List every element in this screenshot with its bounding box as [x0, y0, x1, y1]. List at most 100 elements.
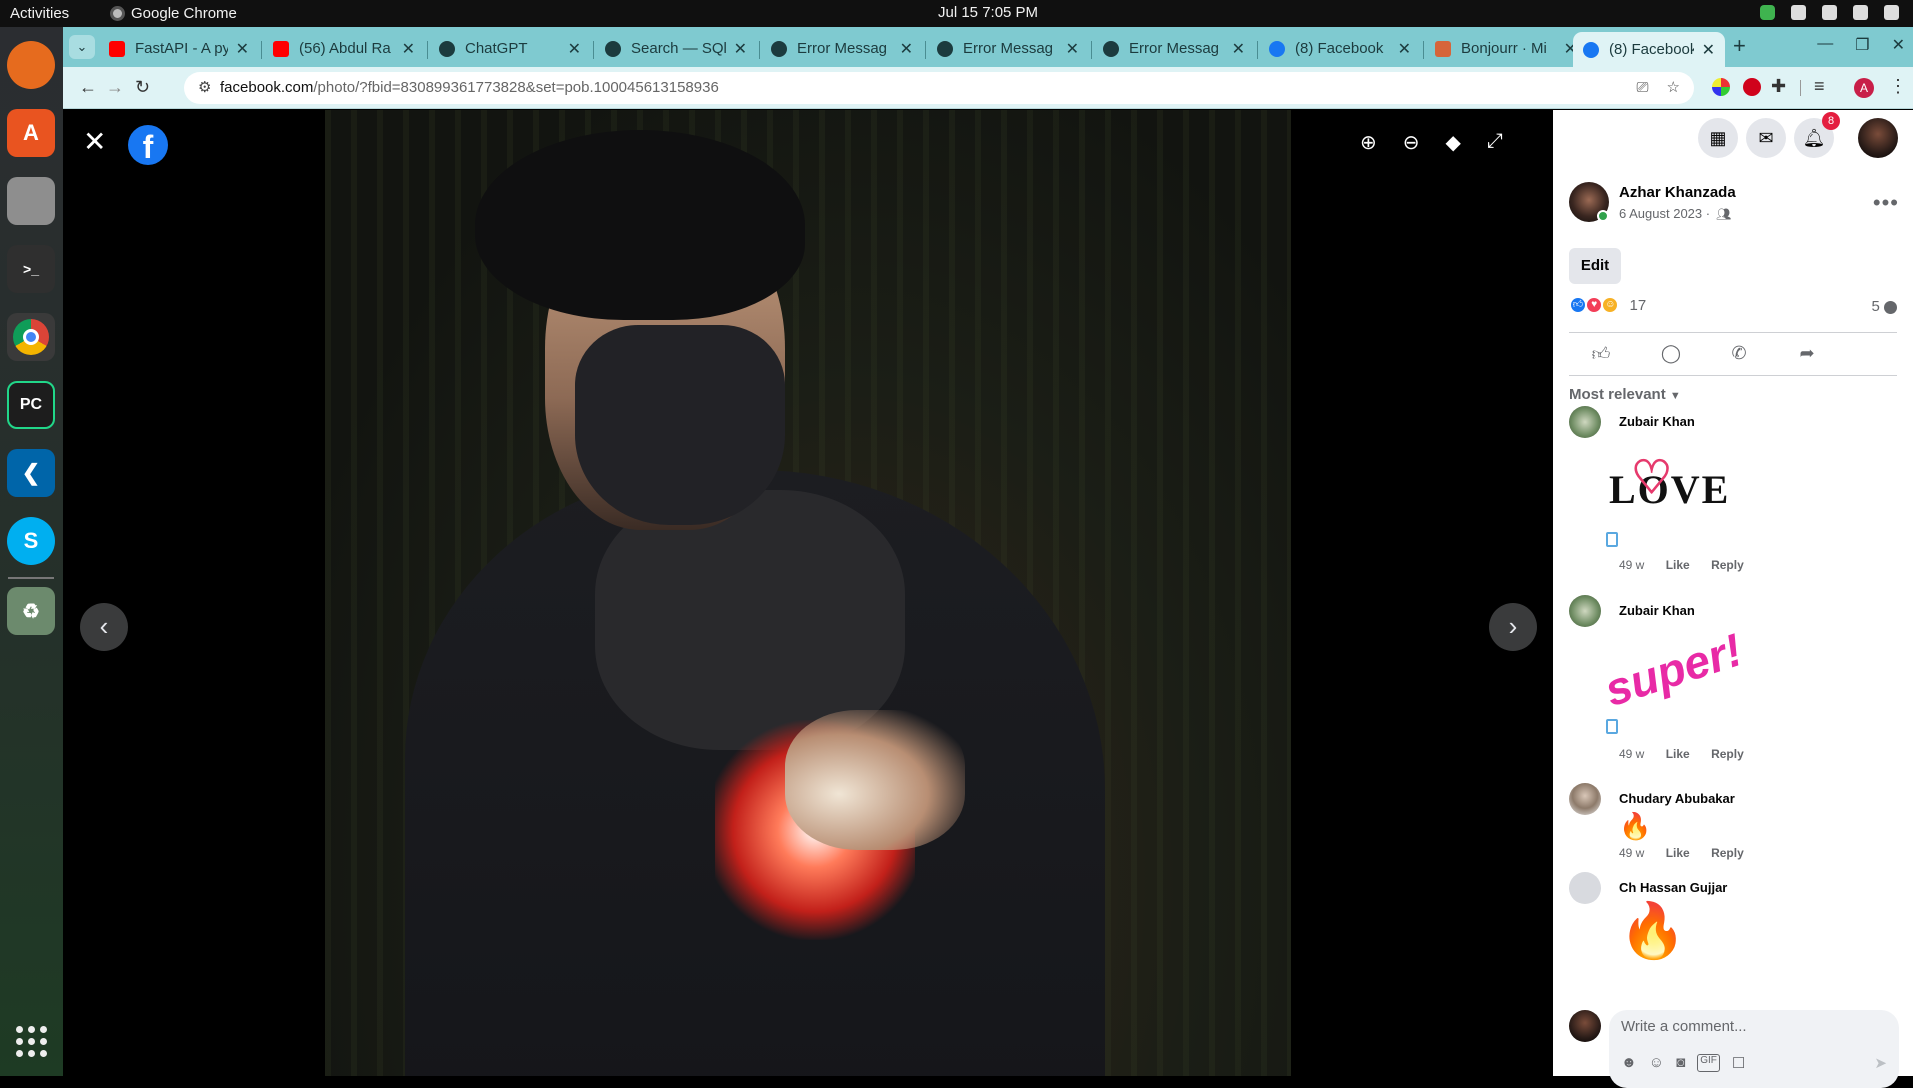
- trash-icon[interactable]: ♻: [7, 587, 55, 635]
- tab-fastapi[interactable]: FastAPI - A py ✕: [99, 32, 259, 65]
- tab-search-button[interactable]: ⌄: [69, 35, 95, 59]
- tag-icon[interactable]: ◆: [1446, 130, 1461, 155]
- system-tray[interactable]: [1760, 5, 1899, 20]
- super-sticker[interactable]: super!: [1598, 623, 1748, 752]
- close-tab-icon[interactable]: ✕: [1066, 39, 1079, 59]
- app-menu[interactable]: Google Chrome: [110, 5, 237, 22]
- friends-audience-icon[interactable]: 👥︎: [1716, 207, 1731, 221]
- tab-bonjourr[interactable]: Bonjourr · Mi ✕: [1425, 32, 1587, 65]
- reply-link[interactable]: Reply: [1711, 846, 1744, 860]
- like-icon[interactable]: 👍︎: [1589, 343, 1613, 367]
- default-avatar-icon[interactable]: [1569, 872, 1601, 904]
- comment-icon[interactable]: ◯: [1659, 343, 1683, 367]
- url-text[interactable]: facebook.com/photo/?fbid=830899361773828…: [220, 72, 719, 104]
- battery-icon[interactable]: [1884, 5, 1899, 20]
- reply-link[interactable]: Reply: [1711, 747, 1744, 761]
- notifications-button[interactable]: 🔔︎ 8: [1794, 112, 1840, 158]
- messenger-icon[interactable]: ✉: [1746, 118, 1786, 158]
- facebook-logo[interactable]: f: [128, 125, 168, 165]
- tab-abdul[interactable]: (56) Abdul Ra ✕: [263, 32, 425, 65]
- color-extension-icon[interactable]: [1712, 78, 1730, 96]
- like-comment-link[interactable]: Like: [1666, 558, 1690, 572]
- install-app-icon[interactable]: ⎚: [1637, 72, 1649, 104]
- skype-icon[interactable]: S: [7, 517, 55, 565]
- close-tab-icon[interactable]: ✕: [1232, 39, 1245, 59]
- restore-icon[interactable]: ❐: [1855, 35, 1869, 55]
- address-bar[interactable]: ⚙ facebook.com/photo/?fbid=8308993617738…: [184, 72, 1694, 104]
- shield-icon[interactable]: [1760, 5, 1775, 20]
- author-name[interactable]: Azhar Khanzada: [1619, 184, 1736, 201]
- post-date[interactable]: 6 August 2023 ·: [1619, 206, 1710, 221]
- tab-error-3[interactable]: Error Messag ✕: [1093, 32, 1255, 65]
- files-icon[interactable]: [7, 177, 55, 225]
- commenter-avatar[interactable]: [1569, 595, 1601, 627]
- clock[interactable]: Jul 15 7:05 PM: [938, 4, 1038, 21]
- account-avatar[interactable]: [1858, 118, 1898, 158]
- menu-grid-icon[interactable]: ▦: [1698, 118, 1738, 158]
- volume-icon[interactable]: [1853, 5, 1868, 20]
- tab-facebook-active[interactable]: (8) Facebook ✕: [1573, 32, 1725, 67]
- tab-error-2[interactable]: Error Messag ✕: [927, 32, 1089, 65]
- close-tab-icon[interactable]: ✕: [1398, 39, 1411, 59]
- like-comment-link[interactable]: Like: [1666, 846, 1690, 860]
- activities-button[interactable]: Activities: [10, 5, 69, 22]
- forward-icon[interactable]: →: [106, 77, 124, 98]
- commenter-avatar[interactable]: [1569, 783, 1601, 815]
- commenter-name[interactable]: Zubair Khan: [1619, 414, 1695, 429]
- close-tab-icon[interactable]: ✕: [402, 39, 415, 59]
- chrome-menu-icon[interactable]: ⋮: [1889, 76, 1907, 97]
- comment-box[interactable]: ☻ ☺ ◙ GIF ☐ ➤: [1609, 1010, 1899, 1088]
- close-viewer-icon[interactable]: ✕: [83, 128, 106, 156]
- terminal-icon[interactable]: >_: [7, 245, 55, 293]
- commenter-name[interactable]: Chudary Abubakar: [1619, 791, 1735, 806]
- app-center-icon[interactable]: A: [7, 109, 55, 157]
- camera-icon[interactable]: ◙: [1676, 1054, 1685, 1072]
- like-comment-link[interactable]: Like: [1666, 747, 1690, 761]
- reload-icon[interactable]: ↻: [135, 77, 150, 98]
- back-icon[interactable]: ←: [79, 77, 97, 98]
- zoom-in-icon[interactable]: ⊕: [1360, 130, 1377, 155]
- site-info-icon[interactable]: ⚙: [198, 72, 211, 104]
- chrome-dock-icon[interactable]: [7, 313, 55, 361]
- bookmark-star-icon[interactable]: ☆: [1667, 72, 1680, 104]
- reply-link[interactable]: Reply: [1711, 558, 1744, 572]
- comment-time[interactable]: 49 w: [1619, 846, 1644, 860]
- emoji-icon[interactable]: ☺: [1649, 1054, 1664, 1072]
- close-tab-icon[interactable]: ✕: [900, 39, 913, 59]
- extensions-puzzle-icon[interactable]: ✚: [1771, 76, 1786, 97]
- show-apps-button[interactable]: [7, 1017, 55, 1065]
- tab-chatgpt[interactable]: ChatGPT ✕: [429, 32, 591, 65]
- profile-avatar[interactable]: A: [1854, 78, 1874, 98]
- next-photo-button[interactable]: ›: [1489, 603, 1537, 651]
- close-tab-icon[interactable]: ✕: [236, 39, 249, 59]
- commenter-name[interactable]: Ch Hassan Gujjar: [1619, 880, 1727, 895]
- gif-icon[interactable]: GIF: [1697, 1054, 1720, 1072]
- pycharm-icon[interactable]: PC: [7, 381, 55, 429]
- tab-error-1[interactable]: Error Messag ✕: [761, 32, 923, 65]
- close-tab-icon[interactable]: ✕: [1702, 40, 1715, 60]
- post-options-icon[interactable]: •••: [1873, 190, 1899, 216]
- comment-count-row[interactable]: 5: [1871, 298, 1897, 315]
- avatar-sticker-icon[interactable]: ☻: [1621, 1054, 1637, 1072]
- adblock-extension-icon[interactable]: [1743, 78, 1761, 96]
- close-window-icon[interactable]: ✕: [1892, 35, 1905, 55]
- close-tab-icon[interactable]: ✕: [734, 39, 747, 59]
- vscode-icon[interactable]: ❮: [7, 449, 55, 497]
- sticker-icon[interactable]: ☐: [1732, 1054, 1745, 1072]
- love-sticker[interactable]: LOVE ♡: [1609, 452, 1728, 546]
- whatsapp-icon[interactable]: ✆: [1727, 343, 1751, 367]
- fire-sticker[interactable]: 🔥: [1619, 900, 1686, 963]
- firefox-icon[interactable]: [7, 41, 55, 89]
- commenter-avatar[interactable]: [1569, 406, 1601, 438]
- bluetooth-icon[interactable]: [1822, 5, 1837, 20]
- close-tab-icon[interactable]: ✕: [568, 39, 581, 59]
- media-controls-icon[interactable]: ≡: [1814, 76, 1825, 97]
- share-icon[interactable]: ➦: [1795, 343, 1819, 367]
- comment-time[interactable]: 49 w: [1619, 558, 1644, 572]
- comment-time[interactable]: 49 w: [1619, 747, 1644, 761]
- minimize-icon[interactable]: —: [1817, 35, 1833, 55]
- zoom-out-icon[interactable]: ⊖: [1403, 130, 1420, 155]
- my-avatar[interactable]: [1569, 1010, 1601, 1042]
- wifi-icon[interactable]: [1791, 5, 1806, 20]
- fullscreen-icon[interactable]: ⤢: [1487, 130, 1503, 155]
